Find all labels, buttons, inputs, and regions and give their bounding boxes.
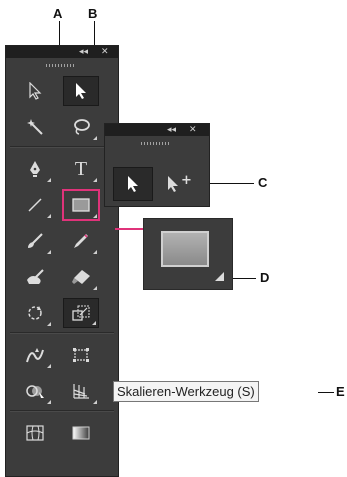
shape-builder-icon — [25, 382, 45, 400]
pen-icon — [26, 160, 44, 178]
flyout-indicator-icon — [92, 321, 96, 325]
perspective-grid-icon — [71, 382, 91, 400]
collapse-icon[interactable]: ◂◂ — [79, 46, 88, 58]
line-segment-tool-button[interactable] — [17, 190, 53, 220]
tool-group-separator — [10, 410, 114, 412]
mesh-icon — [25, 424, 45, 442]
leader-line-e — [318, 392, 334, 393]
tool-group-separator — [10, 332, 114, 334]
flyout-indicator-icon — [93, 286, 97, 290]
grip-icon — [46, 64, 74, 67]
warp-icon — [25, 346, 45, 364]
pencil-icon — [72, 232, 90, 250]
rectangle-icon — [161, 231, 209, 267]
perspective-grid-tool-button[interactable] — [63, 376, 99, 406]
tool-group-separator — [10, 146, 114, 148]
panel-grip[interactable] — [6, 58, 118, 72]
arrow-plus-icon — [168, 176, 179, 192]
warp-tool-button[interactable] — [17, 340, 53, 370]
pencil-tool-button[interactable] — [63, 226, 99, 256]
selection-tool-button[interactable] — [17, 76, 53, 106]
gradient-tool-button[interactable] — [63, 418, 99, 448]
flyout-indicator-icon — [47, 322, 51, 326]
lasso-tool-button[interactable] — [63, 112, 99, 142]
flyout-indicator-icon — [93, 136, 97, 140]
callout-e: E — [336, 384, 345, 399]
group-selection-tool-button[interactable]: + — [159, 167, 199, 201]
rectangle-tool-zoom — [143, 218, 233, 290]
close-icon[interactable]: ✕ — [189, 124, 197, 136]
flyout-indicator-icon — [93, 400, 97, 404]
rotate-tool-button[interactable] — [17, 298, 53, 328]
flyout-indicator-icon — [47, 178, 51, 182]
direct-selection-tool-button[interactable] — [113, 167, 153, 201]
arrow-filled-icon — [74, 82, 88, 100]
magic-wand-tool-button[interactable] — [17, 112, 53, 142]
pen-tool-button[interactable] — [17, 154, 53, 184]
rectangle-icon — [71, 197, 91, 213]
flyout-titlebar[interactable]: ◂◂ ✕ — [105, 124, 209, 136]
free-transform-tool-button[interactable] — [63, 340, 99, 370]
flyout-indicator-icon — [47, 250, 51, 254]
flyout-panel: ◂◂ ✕ + — [104, 123, 210, 207]
eraser-icon — [71, 269, 91, 285]
mesh-tool-button[interactable] — [17, 418, 53, 448]
shape-builder-tool-button[interactable] — [17, 376, 53, 406]
blob-brush-icon — [25, 268, 45, 286]
leader-line-c — [210, 183, 254, 184]
tools-panel-titlebar[interactable]: ◂◂ ✕ — [6, 46, 118, 58]
arrow-filled-icon — [128, 176, 138, 192]
paintbrush-tool-button[interactable] — [17, 226, 53, 256]
type-tool-button[interactable]: T — [63, 154, 99, 184]
flyout-indicator-icon — [93, 178, 97, 182]
brush-icon — [26, 232, 44, 250]
callout-a: A — [53, 6, 63, 21]
highlight-connector — [115, 228, 145, 230]
flyout-indicator-icon — [93, 214, 97, 218]
eraser-tool-button[interactable] — [63, 262, 99, 292]
line-icon — [26, 196, 44, 214]
flyout-indicator-icon — [93, 250, 97, 254]
free-transform-icon — [71, 346, 91, 364]
callout-d: D — [260, 270, 270, 285]
flyout-indicator-icon — [47, 364, 51, 368]
magic-wand-icon — [26, 118, 44, 136]
close-icon[interactable]: ✕ — [101, 46, 109, 58]
rotate-icon — [26, 304, 44, 322]
arrow-outline-icon — [28, 82, 42, 100]
tools-panel: ◂◂ ✕ T — [5, 45, 119, 477]
flyout-grip[interactable] — [105, 136, 209, 150]
scale-tool-button[interactable] — [63, 298, 99, 328]
callout-c: C — [258, 175, 268, 190]
flyout-tool-row: + — [113, 167, 199, 201]
callout-b: B — [88, 6, 98, 21]
gradient-icon — [71, 425, 91, 441]
plus-glyph: + — [181, 172, 192, 188]
lasso-icon — [71, 118, 91, 136]
direct-selection-tool-button[interactable] — [63, 76, 99, 106]
grip-icon — [141, 142, 169, 145]
scale-icon — [71, 304, 91, 322]
type-icon: T — [74, 157, 88, 180]
flyout-indicator-icon — [47, 400, 51, 404]
rectangle-tool-button[interactable] — [62, 189, 100, 221]
flyout-indicator-icon — [215, 272, 224, 281]
tooltip: Skalieren-Werkzeug (S) — [113, 381, 259, 402]
collapse-icon[interactable]: ◂◂ — [167, 124, 176, 136]
flyout-indicator-icon — [47, 214, 51, 218]
blob-brush-tool-button[interactable] — [17, 262, 53, 292]
